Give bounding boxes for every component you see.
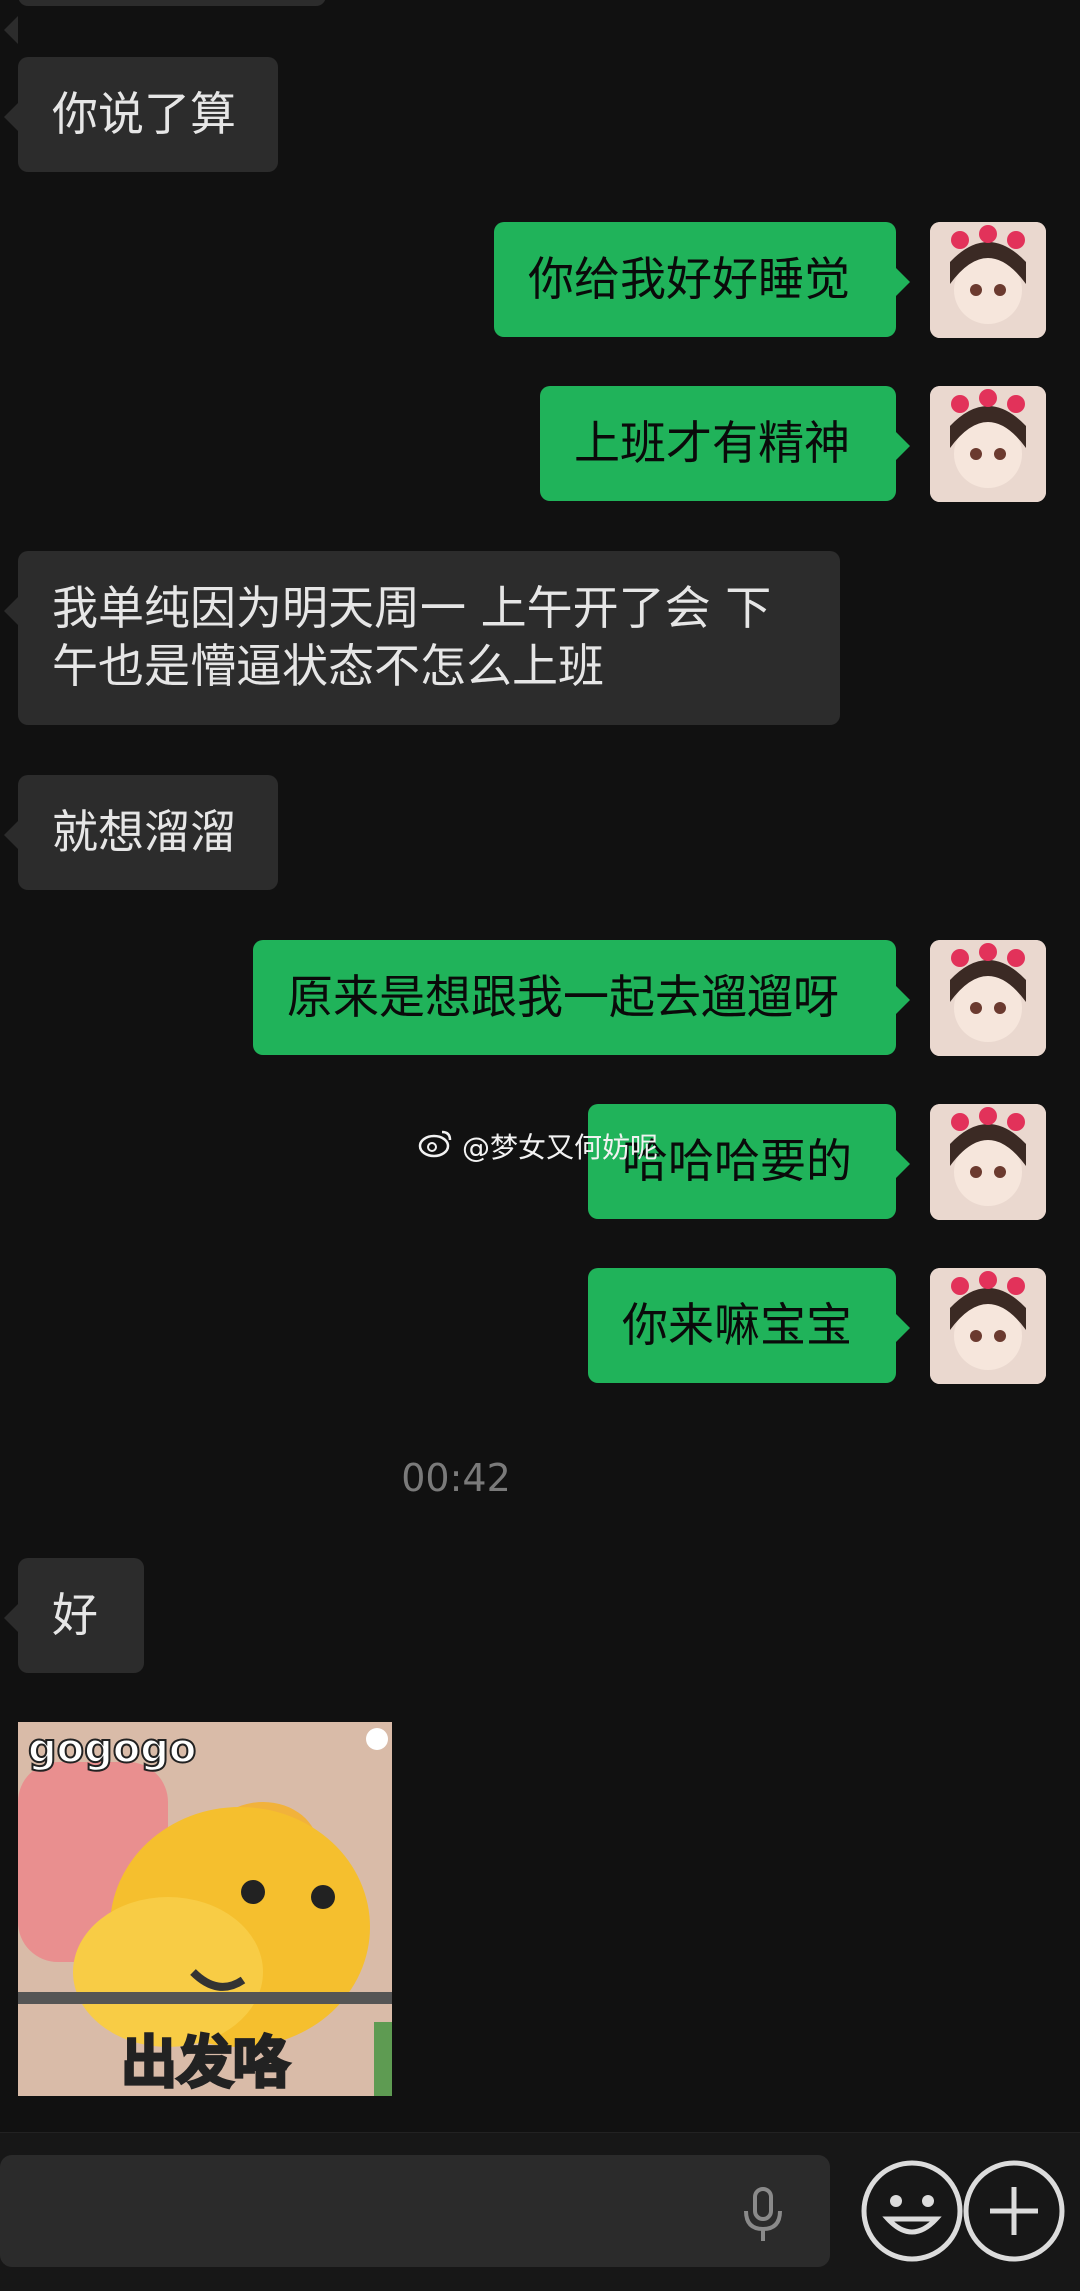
- message-text: 好: [52, 1588, 98, 1642]
- message-incoming-2[interactable]: 我单纯因为明天周一 上午开了会 下午也是懵逼状态不怎么上班: [4, 551, 840, 725]
- message-outgoing-3[interactable]: 原来是想跟我一起去遛遛呀: [253, 940, 910, 1055]
- sticker-bottom-text: 出发咯: [120, 2030, 291, 2097]
- message-text: 我单纯因为明天周一 上午开了会 下午也是懵逼状态不怎么上班: [52, 581, 772, 693]
- message-text: 上班才有精神: [574, 416, 850, 470]
- message-outgoing-5[interactable]: 你来嘛宝宝: [588, 1268, 910, 1383]
- message-text: 原来是想跟我一起去遛遛呀: [287, 970, 839, 1024]
- input-bar: [0, 2132, 1080, 2291]
- avatar[interactable]: [930, 222, 1046, 338]
- message-text: 你说了算: [52, 87, 236, 141]
- message-outgoing-2[interactable]: 上班才有精神: [540, 386, 910, 501]
- sticker-badge-icon: [366, 1728, 388, 1750]
- sticker-top-text: gogogo: [27, 1725, 197, 1773]
- avatar[interactable]: [930, 386, 1046, 502]
- timestamp: 00:42: [401, 1456, 511, 1500]
- message-incoming-4[interactable]: 好: [4, 1558, 144, 1673]
- avatar[interactable]: [930, 1268, 1046, 1384]
- watermark: @梦女又何妨呢: [418, 1126, 658, 1166]
- watermark-text: @梦女又何妨呢: [462, 1131, 659, 1164]
- plus-icon[interactable]: [960, 2157, 1068, 2265]
- microphone-icon[interactable]: [740, 2187, 786, 2247]
- message-text: 你来嘛宝宝: [622, 1298, 852, 1352]
- weibo-icon: [418, 1128, 454, 1165]
- emoji-icon[interactable]: [858, 2157, 966, 2265]
- message-outgoing-1[interactable]: 你给我好好睡觉: [494, 222, 910, 337]
- sticker-image[interactable]: gogogo 出发咯: [18, 1722, 392, 2096]
- partial-message-bubble[interactable]: [4, 0, 326, 44]
- message-text: 你给我好好睡觉: [528, 252, 850, 306]
- message-incoming-3[interactable]: 就想溜溜: [4, 775, 278, 890]
- message-text: 就想溜溜: [52, 805, 236, 859]
- avatar[interactable]: [930, 1104, 1046, 1220]
- message-incoming-1[interactable]: 你说了算: [4, 57, 278, 172]
- message-input[interactable]: [0, 2155, 830, 2267]
- avatar[interactable]: [930, 940, 1046, 1056]
